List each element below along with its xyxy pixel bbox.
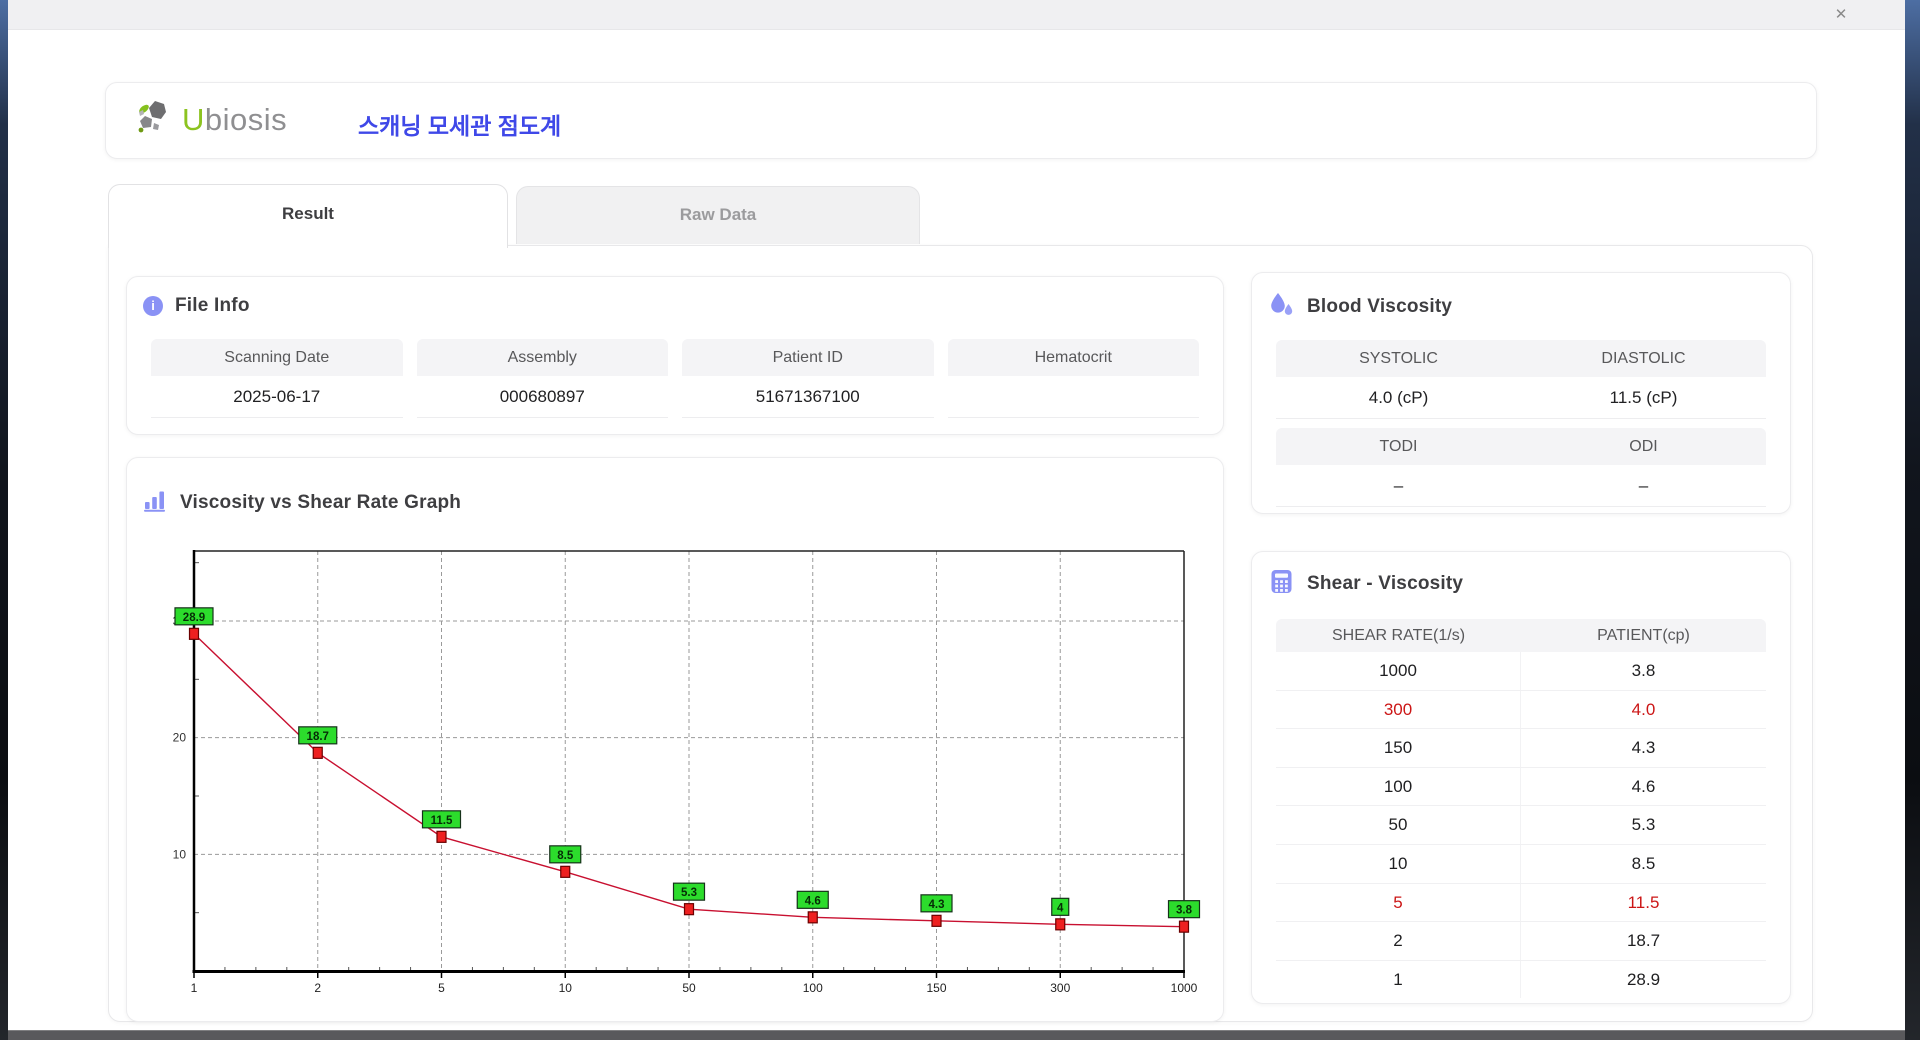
svg-text:20: 20 [173,731,187,745]
bv-header-cell: DIASTOLIC [1521,340,1766,377]
patient-viscosity-cell: 4.0 [1631,699,1656,719]
patient-viscosity-cell: 4.6 [1631,776,1656,796]
shear-rate-cell: 5 [1276,883,1521,922]
close-icon[interactable]: ✕ [1829,4,1853,26]
svg-text:10: 10 [173,847,187,861]
svg-text:1: 1 [191,981,198,995]
shear-rate-cell: 150 [1276,729,1521,767]
logo-mark-icon [136,99,174,140]
field-value: 2025-06-17 [151,376,403,418]
bv-value-cell: – [1521,465,1766,507]
blood-viscosity-card: Blood Viscosity SYSTOLIC DIASTOLIC 4.0 (cP… [1251,272,1791,514]
patient-viscosity-cell: 3.8 [1631,661,1656,680]
bv-value-cell: – [1276,465,1521,507]
window-bottom-edge [8,1030,1905,1040]
bv-header-cell: TODI [1276,428,1521,465]
info-icon: i [143,296,163,316]
tab-raw-data[interactable]: Raw Data [516,186,920,244]
brand-logo: Ubiosis [136,99,287,140]
calculator-icon [1268,568,1295,600]
table-row: 50 5.3 [1276,806,1766,845]
svg-text:300: 300 [1050,981,1070,995]
svg-text:2: 2 [314,981,321,995]
column-header: SHEAR RATE(1/s) [1331,627,1466,644]
blood-viscosity-title: Blood Viscosity [1307,296,1453,317]
svg-text:18.7: 18.7 [307,731,329,743]
brand-text: Ubiosis [182,101,288,137]
svg-text:8.5: 8.5 [557,850,574,862]
droplet-icon [1268,291,1295,323]
viscosity-shear-chart: 1251050100150300100010203028.918.711.58.… [173,550,1201,995]
patient-viscosity-cell: 4.3 [1631,738,1656,758]
svg-text:10: 10 [559,981,573,995]
shear-viscosity-title: Shear - Viscosity [1307,573,1464,594]
app-window: ✕ Ubiosis 스캐닝 모세관 점도계 Result Raw Data i … [8,0,1905,1030]
bv-header-cell: ODI [1521,428,1766,465]
field-label: Hematocrit [947,339,1199,376]
svg-text:150: 150 [926,981,946,995]
app-title: 스캐닝 모세관 점도계 [358,113,562,139]
tab-result[interactable]: Result [108,184,508,248]
graph-card: Viscosity vs Shear Rate Graph 1 2 5 10 50 100… [126,457,1224,1022]
svg-text:1000: 1000 [1171,981,1198,995]
bv-value-cell: 11.5 (cP) [1521,377,1766,419]
patient-viscosity-cell: 8.5 [1631,853,1656,873]
svg-text:50: 50 [682,981,696,995]
field-value [947,376,1199,418]
svg-text:4: 4 [1057,902,1064,914]
table-row: 1 28.9 [1276,960,1766,999]
table-row: 10 8.5 [1276,844,1766,884]
column-header: PATIENT(cp) [1597,627,1690,644]
svg-text:4.3: 4.3 [929,899,945,911]
svg-text:5: 5 [438,981,445,995]
table-row: 5 11.5 [1276,883,1766,923]
svg-text:28.9: 28.9 [183,612,205,624]
field-label: Patient ID [682,339,934,376]
table-row: 300 4.0 [1276,690,1766,730]
systolic-diastolic-table: SYSTOLIC DIASTOLIC 4.0 (cP) 11.5 (cP) [1276,340,1766,419]
file-info-grid: Scanning Date Assembly Patient ID Hematocri… [151,339,1199,418]
shear-rate-cell: 10 [1276,844,1521,883]
field-label: Scanning Date [151,339,403,376]
shear-rate-cell: 100 [1276,767,1521,806]
table-row: 2 18.7 [1276,922,1766,961]
todi-odi-table: TODI ODI – – [1276,428,1766,507]
svg-text:5.3: 5.3 [681,887,697,899]
svg-text:3.8: 3.8 [1176,905,1193,917]
shear-rate-cell: 2 [1276,922,1521,960]
header-card: Ubiosis 스캐닝 모세관 점도계 [105,82,1817,159]
svg-text:11.5: 11.5 [431,815,453,827]
svg-text:100: 100 [803,981,823,995]
shear-rate-cell: 1 [1276,960,1521,999]
window-titlebar: ✕ [8,0,1905,30]
bv-value-cell: 4.0 (cP) [1276,377,1521,419]
shear-rate-cell: 1000 [1276,652,1521,690]
field-value: 000680897 [416,376,668,418]
table-row: 150 4.3 [1276,729,1766,768]
shear-rate-cell: 300 [1276,690,1521,729]
table-row: 100 4.6 [1276,767,1766,807]
field-label: Assembly [416,339,668,376]
shear-rate-cell: 50 [1276,806,1521,844]
patient-viscosity-cell: 18.7 [1626,931,1661,951]
patient-viscosity-cell: 11.5 [1627,892,1660,912]
file-info-title: File Info [175,295,250,316]
table-row: 1000 3.8 [1276,652,1766,691]
shear-table-header: SHEAR RATE(1/s) PATIENT(cp) [1276,619,1766,652]
field-value: 51671367100 [682,376,934,418]
bv-header-cell: SYSTOLIC [1276,340,1521,377]
patient-viscosity-cell: 28.9 [1626,969,1661,989]
shear-viscosity-card: Shear - Viscosity SHEAR RATE(1/s) PATIENT… [1251,551,1791,1004]
file-info-card: i File Info Scanning Date Assembly Patient… [126,276,1224,435]
patient-viscosity-cell: 5.3 [1631,815,1656,835]
shear-table-body: 1000 3.8 300 4.0 150 4.3 100 4.6 50 5.3 10 8.5 5 11.5… [1276,652,1766,999]
svg-text:4.6: 4.6 [805,895,821,907]
